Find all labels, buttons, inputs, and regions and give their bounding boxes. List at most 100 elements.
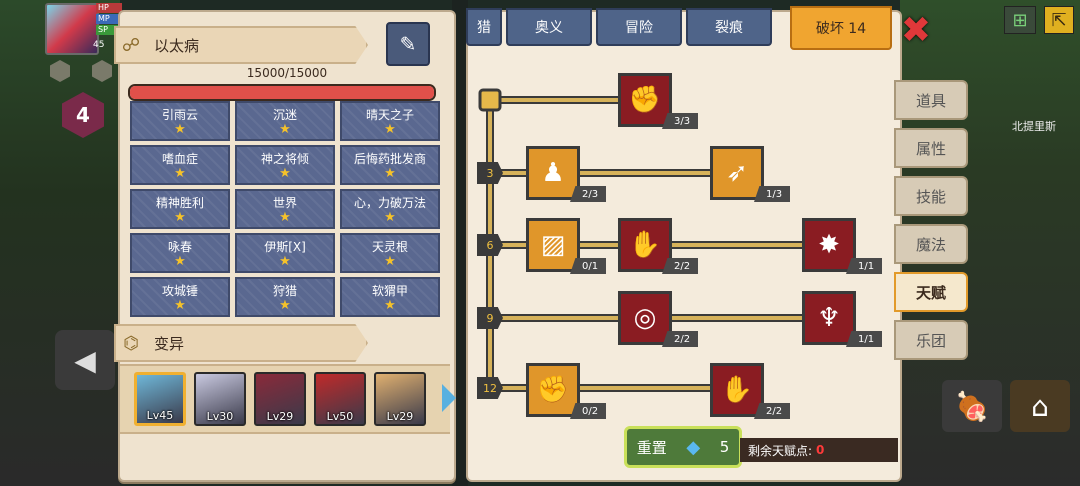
remaining-points: 剩余天赋点: 0: [740, 438, 898, 462]
body-icon: ♟: [541, 158, 565, 188]
hero-level: Lv30: [206, 410, 234, 423]
sleep-icon[interactable]: ⌂: [1010, 380, 1070, 432]
talent-count: 1/1: [846, 331, 883, 347]
talent-node[interactable]: ▨: [526, 218, 580, 272]
trait-cell[interactable]: 嗜血症 ★: [130, 145, 230, 185]
trait-cell[interactable]: 沉迷 ★: [235, 101, 335, 141]
player-avatar[interactable]: [45, 3, 99, 55]
dna-icon: ☍: [121, 34, 141, 56]
hero-portrait[interactable]: Lv45: [134, 372, 186, 426]
arm-wrestle-icon: ✊: [628, 85, 662, 115]
side-item-attributes[interactable]: 属性: [894, 128, 968, 168]
star-icon: ★: [174, 166, 186, 181]
trait-cell[interactable]: 晴天之子 ★: [340, 101, 440, 141]
hero-portrait[interactable]: Lv50: [314, 372, 366, 426]
side-item-band[interactable]: 乐团: [894, 320, 968, 360]
trait-cell[interactable]: 咏春 ★: [130, 233, 230, 273]
talent-count: 2/3: [570, 186, 607, 202]
bound-fist-icon: ✋: [720, 375, 754, 405]
star-icon: ★: [384, 298, 396, 313]
hero-portrait[interactable]: Lv30: [194, 372, 246, 426]
talent-tier-label: 6: [477, 234, 503, 256]
star-icon: ★: [384, 122, 396, 137]
trait-name: 晴天之子: [365, 108, 414, 122]
trait-cell[interactable]: 精神胜利 ★: [130, 189, 230, 229]
talent-node[interactable]: ✊: [526, 363, 580, 417]
tree-root-node: [478, 88, 502, 112]
hero-level: Lv29: [266, 410, 294, 423]
scroll-right-icon[interactable]: [442, 384, 456, 412]
hp-mini-bar: HP: [96, 3, 122, 13]
disease-hp-fill: [130, 86, 434, 99]
talent-node[interactable]: ✸: [802, 218, 856, 272]
trait-name: 咏春: [167, 240, 192, 254]
trait-cell[interactable]: 后悔药批发商 ★: [340, 145, 440, 185]
trait-name: 软猬甲: [371, 284, 408, 298]
trait-name: 攻城锤: [161, 284, 198, 298]
trait-cell[interactable]: 伊斯[X] ★: [235, 233, 335, 273]
talent-node[interactable]: ➶: [710, 146, 764, 200]
star-icon: ★: [279, 166, 291, 181]
talent-panel: 猎 奥义 冒险 裂痕 破坏 14 3 6 9 12 ✊ 3/3 ♟ 2/3 ➶ 1/3 ▨ 0/1 ✋ 2…: [466, 6, 902, 482]
side-item-magic[interactable]: 魔法: [894, 224, 968, 264]
mutation-title: 变异: [154, 334, 185, 353]
meat-icon[interactable]: 🍖: [942, 380, 1002, 432]
fist-icon: ✊: [536, 375, 570, 405]
map-icon[interactable]: ⊞: [1004, 6, 1036, 34]
mutation-ribbon: ⌬ 变异: [114, 324, 368, 362]
card-icon: ▨: [540, 230, 566, 260]
trait-cell[interactable]: 软猬甲 ★: [340, 277, 440, 317]
hero-portrait[interactable]: Lv29: [254, 372, 306, 426]
punch-icon: ✋: [628, 230, 662, 260]
talent-count: 1/3: [754, 186, 791, 202]
side-item-items[interactable]: 道具: [894, 80, 968, 120]
trait-cell[interactable]: 引雨云 ★: [130, 101, 230, 141]
exit-icon[interactable]: ⇱: [1044, 6, 1074, 34]
disease-hp-bar: [128, 84, 436, 101]
remaining-value: 0: [816, 443, 825, 457]
trait-cell[interactable]: 天灵根 ★: [340, 233, 440, 273]
talent-node[interactable]: ✊: [618, 73, 672, 127]
star-icon: ★: [279, 298, 291, 313]
talent-node[interactable]: ✋: [710, 363, 764, 417]
close-icon[interactable]: ✖: [898, 10, 934, 51]
dpad-left-icon[interactable]: ◀: [55, 330, 115, 390]
remaining-label: 剩余天赋点:: [748, 443, 813, 458]
star-icon: ★: [174, 254, 186, 269]
talent-tier-label: 3: [477, 162, 503, 184]
talent-tier-label: 12: [477, 377, 503, 399]
side-item-skills[interactable]: 技能: [894, 176, 968, 216]
trait-cell[interactable]: 世界 ★: [235, 189, 335, 229]
trait-cell[interactable]: 攻城锤 ★: [130, 277, 230, 317]
reset-cost: 5: [719, 438, 730, 456]
disease-title-ribbon: ☍ 以太病: [114, 26, 368, 64]
hero-level: Lv45: [146, 409, 174, 422]
ripple-icon: ◎: [633, 303, 657, 333]
trait-name: 沉迷: [272, 108, 297, 122]
hero-level: Lv50: [326, 410, 354, 423]
side-item-talent[interactable]: 天赋: [894, 272, 968, 312]
star-icon: ★: [174, 210, 186, 225]
reset-button[interactable]: 重置 ◆ 5: [624, 426, 742, 468]
talent-count: 2/2: [662, 331, 699, 347]
talent-node[interactable]: ◎: [618, 291, 672, 345]
trait-name: 精神胜利: [155, 196, 204, 210]
star-icon: ★: [279, 254, 291, 269]
talent-node[interactable]: ♟: [526, 146, 580, 200]
talent-node[interactable]: ♆: [802, 291, 856, 345]
star-icon: ★: [279, 122, 291, 137]
talent-count: 1/1: [846, 258, 883, 274]
trait-name: 天灵根: [371, 240, 408, 254]
trait-cell[interactable]: 心，力破万法 ★: [340, 189, 440, 229]
blast-icon: ✸: [818, 230, 840, 260]
star-icon: ★: [174, 122, 186, 137]
hero-strip: Lv45 Lv30 Lv29 Lv50 Lv29: [120, 364, 456, 434]
dna-helix-icon: ⌬: [123, 332, 139, 354]
trait-cell[interactable]: 神之将倾 ★: [235, 145, 335, 185]
syringe-button[interactable]: ✎: [386, 22, 430, 66]
star-icon: ★: [384, 254, 396, 269]
trait-name: 引雨云: [161, 108, 198, 122]
hero-portrait[interactable]: Lv29: [374, 372, 426, 426]
trait-cell[interactable]: 狩猎 ★: [235, 277, 335, 317]
talent-node[interactable]: ✋: [618, 218, 672, 272]
